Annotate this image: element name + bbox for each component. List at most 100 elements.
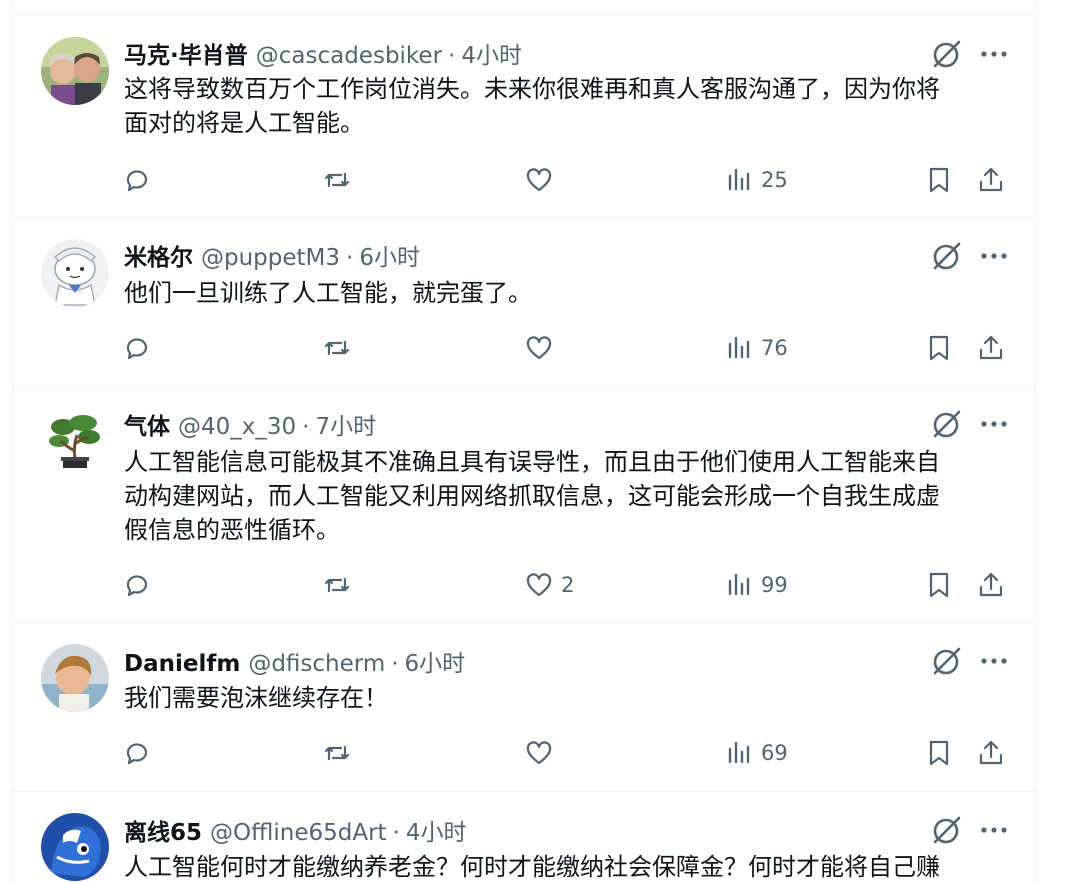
avatar-mascot: [41, 813, 109, 881]
retweet-button[interactable]: [323, 736, 359, 770]
more-icon[interactable]: [977, 407, 1011, 441]
bookmark-icon: [929, 740, 949, 766]
more-icon[interactable]: [977, 239, 1011, 273]
tweet-text: 这将导致数百万个工作岗位消失。未来你很难再和真人客服沟通了，因为你将 面对的将是…: [124, 72, 1004, 140]
share-button[interactable]: [977, 736, 1005, 770]
tweet-text-line: 动构建网站，而人工智能又利用网络抓取信息，这可能会形成一个自我生成虚: [124, 482, 940, 510]
grok-icon[interactable]: [929, 239, 963, 273]
like-button[interactable]: 2: [525, 568, 574, 602]
retweet-icon: [324, 745, 350, 761]
user-handle[interactable]: @cascadesbiker: [256, 43, 442, 69]
like-button[interactable]: [525, 736, 561, 770]
views-icon: [728, 336, 750, 359]
like-icon: [526, 168, 552, 192]
more-icon[interactable]: [977, 37, 1011, 71]
grok-icon[interactable]: [929, 37, 963, 71]
reply-icon: [126, 170, 148, 192]
bookmark-button[interactable]: [925, 331, 953, 365]
tweet-text-line: 我们需要泡沫继续存在！: [124, 684, 388, 712]
views-button[interactable]: 69: [725, 736, 788, 770]
share-button[interactable]: [977, 331, 1005, 365]
share-icon: [979, 167, 1003, 192]
display-name[interactable]: 米格尔: [124, 238, 193, 272]
display-name[interactable]: 离线65: [124, 813, 202, 847]
tweet-header: 气体 @40_x_30 · 7小时: [124, 407, 376, 440]
tweet-text-line: 这将导致数百万个工作岗位消失。未来你很难再和真人客服沟通了，因为你将: [124, 75, 940, 103]
tweet-text-line: 人工智能何时才能缴纳养老金？何时才能缴纳社会保障金？何时才能将自己赚: [124, 853, 940, 881]
views-count: 69: [761, 741, 788, 765]
tweet-header: 马克·毕肖普 @cascadesbiker · 4小时: [124, 36, 522, 69]
views-icon: [728, 573, 750, 596]
avatar-bonsai: [41, 407, 109, 475]
reply-button[interactable]: [123, 331, 159, 365]
views-button[interactable]: 25: [725, 163, 788, 197]
share-icon: [979, 572, 1003, 597]
tweet-text-line: 面对的将是人工智能。: [124, 109, 364, 137]
retweet-button[interactable]: [323, 568, 359, 602]
reply-button[interactable]: [123, 568, 159, 602]
tweet-header: 米格尔 @puppetM3 · 6小时: [124, 238, 420, 271]
tweet-text-line: 假信息的恶性循环。: [124, 516, 340, 544]
bookmark-icon: [929, 335, 949, 361]
tweet-text-line: 人工智能信息可能极其不准确且具有误导性，而且由于他们使用人工智能来自: [124, 448, 940, 476]
reply-icon: [126, 338, 148, 360]
avatar[interactable]: [41, 407, 109, 475]
views-button[interactable]: 76: [725, 331, 788, 365]
timestamp[interactable]: 6小时: [405, 644, 466, 678]
retweet-icon: [324, 577, 350, 593]
avatar[interactable]: [41, 239, 109, 307]
retweet-icon: [324, 340, 350, 356]
share-button[interactable]: [977, 163, 1005, 197]
avatar[interactable]: [41, 644, 109, 712]
bookmark-button[interactable]: [925, 736, 953, 770]
user-handle[interactable]: @40_x_30: [178, 414, 296, 440]
reply-button[interactable]: [123, 736, 159, 770]
tweet[interactable]: 马克·毕肖普 @cascadesbiker · 4小时 这将导致数百万个工作岗位…: [13, 15, 1035, 217]
tweet-text: 人工智能何时才能缴纳养老金？何时才能缴纳社会保障金？何时才能将自己赚: [124, 850, 1004, 882]
timestamp[interactable]: 7小时: [315, 407, 376, 441]
separator-dot: ·: [346, 245, 354, 271]
avatar[interactable]: [41, 37, 109, 105]
timestamp[interactable]: 6小时: [359, 238, 420, 272]
retweet-button[interactable]: [323, 331, 359, 365]
tweet[interactable]: 气体 @40_x_30 · 7小时 人工智能信息可能极其不准确且具有误导性，而且…: [13, 387, 1035, 622]
bookmark-icon: [929, 572, 949, 598]
views-count: 25: [761, 168, 788, 192]
tweet[interactable]: 米格尔 @puppetM3 · 6小时 他们一旦训练了人工智能，就完蛋了。 76: [13, 218, 1035, 386]
views-icon: [728, 741, 750, 764]
grok-icon[interactable]: [929, 407, 963, 441]
tweet-text: 他们一旦训练了人工智能，就完蛋了。: [124, 276, 1004, 310]
display-name[interactable]: 气体: [124, 407, 170, 441]
tweet[interactable]: Danielfm @dfischerm · 6小时 我们需要泡沫继续存在！ 69: [13, 623, 1035, 791]
avatar-photo: [41, 644, 109, 712]
like-button[interactable]: [525, 163, 561, 197]
grok-icon[interactable]: [929, 813, 963, 847]
share-button[interactable]: [977, 568, 1005, 602]
user-handle[interactable]: @puppetM3: [201, 245, 340, 271]
retweet-icon: [324, 172, 350, 188]
grok-icon[interactable]: [929, 644, 963, 678]
more-icon[interactable]: [977, 644, 1011, 678]
avatar[interactable]: [41, 813, 109, 881]
separator-dot: ·: [392, 820, 400, 846]
retweet-button[interactable]: [323, 163, 359, 197]
reply-button[interactable]: [123, 163, 159, 197]
bookmark-button[interactable]: [925, 568, 953, 602]
timestamp[interactable]: 4小时: [406, 813, 467, 847]
display-name[interactable]: Danielfm: [124, 651, 240, 677]
timestamp[interactable]: 4小时: [461, 36, 522, 70]
bookmark-icon: [929, 167, 949, 193]
like-button[interactable]: [525, 331, 561, 365]
like-icon: [526, 336, 552, 360]
user-handle[interactable]: @dfischerm: [248, 651, 385, 677]
like-count: 2: [561, 573, 575, 597]
reply-icon: [126, 575, 148, 597]
user-handle[interactable]: @Offline65dArt: [210, 820, 387, 846]
display-name[interactable]: 马克·毕肖普: [124, 36, 248, 70]
views-button[interactable]: 99: [725, 568, 788, 602]
tweet[interactable]: 离线65 @Offline65dArt · 4小时 人工智能何时才能缴纳养老金？…: [13, 792, 1035, 882]
separator-dot: ·: [391, 651, 399, 677]
separator-dot: ·: [302, 414, 310, 440]
more-icon[interactable]: [977, 813, 1011, 847]
bookmark-button[interactable]: [925, 163, 953, 197]
